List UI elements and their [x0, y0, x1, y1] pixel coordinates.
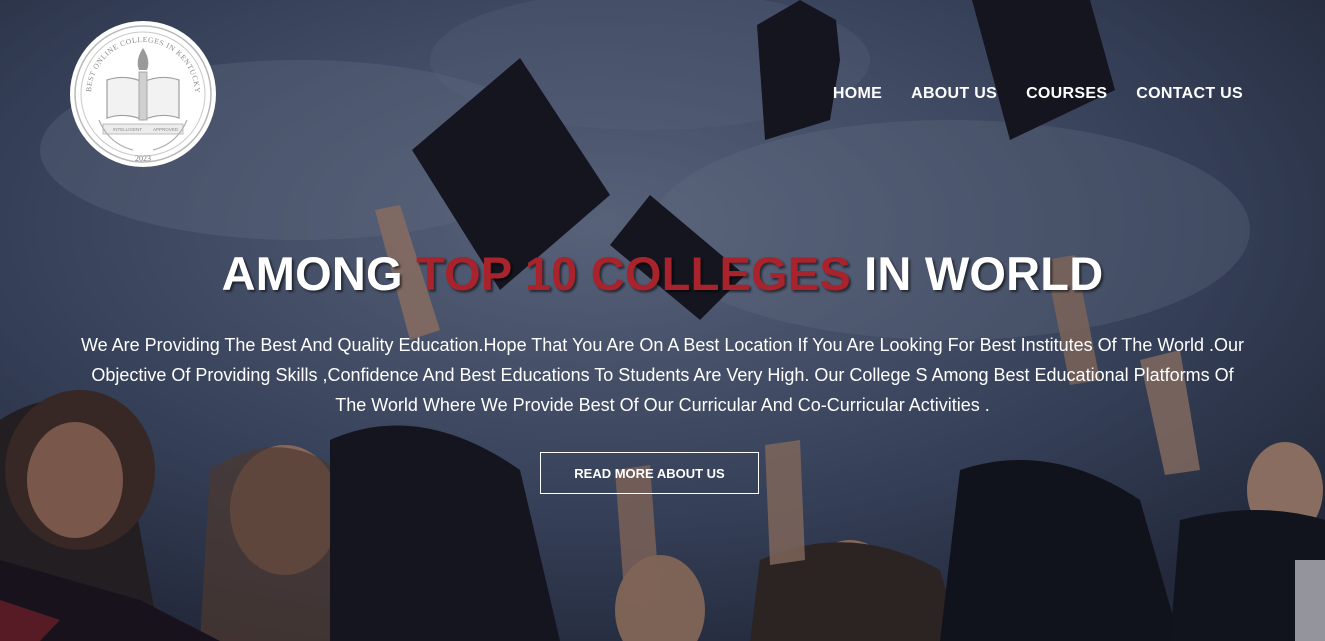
- hero-section: BEST ONLINE COLLEGES IN KENTUCKY INTELLI…: [0, 0, 1325, 641]
- college-badge-logo[interactable]: BEST ONLINE COLLEGES IN KENTUCKY INTELLI…: [69, 20, 217, 168]
- nav-item-home[interactable]: HOME: [833, 85, 882, 103]
- headline-accent: TOP 10 COLLEGES: [416, 247, 851, 300]
- nav-item-courses[interactable]: COURSES: [1026, 85, 1107, 103]
- nav-item-about-us[interactable]: ABOUT US: [911, 85, 997, 103]
- hero-description: We Are Providing The Best And Quality Ed…: [80, 335, 1245, 415]
- logo-year: 2023: [135, 154, 151, 163]
- headline-suffix: IN WORLD: [850, 247, 1104, 300]
- main-navigation: HOME ABOUT US COURSES CONTACT US: [833, 85, 1243, 103]
- logo-ribbon-left: INTELLIGENT: [113, 127, 142, 132]
- nav-item-contact-us[interactable]: CONTACT US: [1136, 85, 1243, 103]
- read-more-about-us-button[interactable]: READ MORE ABOUT US: [540, 452, 759, 494]
- headline-prefix: AMONG: [221, 247, 417, 300]
- hero-headline: AMONG TOP 10 COLLEGES IN WORLD: [0, 246, 1325, 301]
- logo-ribbon-right: APPROVED: [153, 127, 179, 132]
